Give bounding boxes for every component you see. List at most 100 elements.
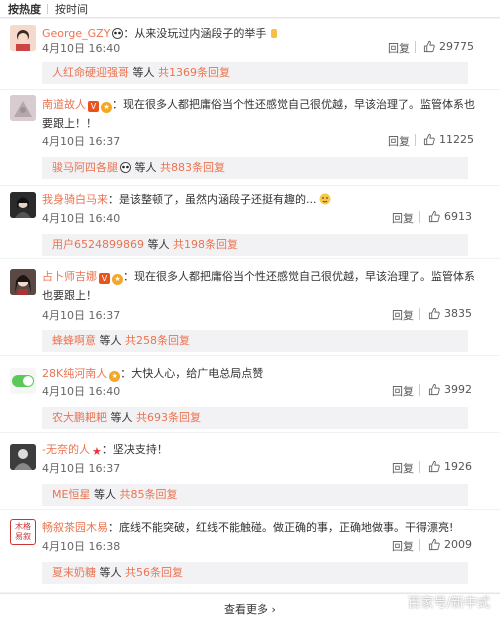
comment-username[interactable]: George_GZY <box>42 27 110 40</box>
avatar[interactable] <box>10 444 36 470</box>
like-button[interactable]: 6913 <box>428 210 472 223</box>
like-count: 6913 <box>444 210 472 223</box>
action-divider <box>419 211 420 223</box>
comment-text: 占卜师吉娜 V ★ ：现在很多人都把庸俗当个性还感觉自己很优越，早该治理了。监管体系也… <box>42 267 482 305</box>
comment-time: 4月10日 16:40 <box>42 42 121 55</box>
reply-button[interactable]: 回复 <box>392 538 414 554</box>
comment-time: 4月10日 16:37 <box>42 462 121 475</box>
action-divider <box>419 308 420 320</box>
reply-preview: 农大鹏耙耙 等人 共693条回复 <box>42 407 468 429</box>
reply-button[interactable]: 回复 <box>388 133 410 149</box>
reply-preview-mid: 等人 <box>96 334 125 347</box>
tab-sort-hot[interactable]: 按热度 <box>8 1 41 17</box>
tab-divider <box>47 4 48 14</box>
comment-item: 南道故人 V ★ ：现在很多人都把庸俗当个性还感觉自己很优越，早该治理了。监管体系也要… <box>0 90 500 185</box>
comment-body: ：底线不能突破，红线不能触碰。做正确的事，正确地做事。干得漂亮! <box>108 521 454 534</box>
panda-emoji-icon <box>120 159 131 181</box>
vip-badge-icon: V <box>88 101 99 112</box>
reply-button[interactable]: 回复 <box>392 460 414 476</box>
like-button[interactable]: 3835 <box>428 307 472 320</box>
comment-item: 28K纯河南人 ★ ：大快人心，给广电总局点赞 4月10日 16:40 回复 399… <box>0 356 500 432</box>
reply-button[interactable]: 回复 <box>392 307 414 323</box>
thumbs-up-icon <box>428 538 441 551</box>
sort-tabs: 按热度 按时间 <box>0 0 500 18</box>
comment-text: 28K纯河南人 ★ ：大快人心，给广电总局点赞 <box>42 364 482 383</box>
comment-time: 4月10日 16:40 <box>42 212 121 225</box>
comment-text: 畅叙茶园木易：底线不能突破，红线不能触碰。做正确的事，正确地做事。干得漂亮! <box>42 518 482 537</box>
thumbs-up-icon <box>423 133 436 146</box>
like-button[interactable]: 11225 <box>423 133 474 146</box>
reply-preview-user[interactable]: 蜂蜂啊意 <box>52 334 96 347</box>
avatar[interactable] <box>10 192 36 218</box>
reply-preview: ME恒星 等人 共85条回复 <box>42 484 468 506</box>
reply-count-link[interactable]: 共258条回复 <box>125 334 190 347</box>
reply-count-link[interactable]: 共883条回复 <box>160 161 225 174</box>
reply-preview-mid: 等人 <box>131 161 160 174</box>
reply-preview-user[interactable]: ME恒星 <box>52 488 90 501</box>
reply-count-link[interactable]: 共85条回复 <box>119 488 177 501</box>
action-divider <box>415 134 416 146</box>
reply-preview-user[interactable]: 农大鹏耙耙 <box>52 411 107 424</box>
reply-preview-mid: 等人 <box>107 411 136 424</box>
avatar[interactable] <box>10 368 36 394</box>
vip-badge-icon: V <box>99 273 110 284</box>
comment-text: 南道故人 V ★ ：现在很多人都把庸俗当个性还感觉自己很优越，早该治理了。监管体系也要… <box>42 95 482 133</box>
avatar[interactable]: 木格 易叙 <box>10 519 36 545</box>
reply-preview-user[interactable]: 骏马阿四各腿 <box>52 161 118 174</box>
action-divider <box>419 539 420 551</box>
watermark: 百家号/新中式 <box>407 596 490 611</box>
medal-icon: ★ <box>112 274 123 285</box>
comment-username[interactable]: 畅叙茶园木易 <box>42 521 108 534</box>
comment-text: -无奈的人 ★：坚决支持！ <box>42 440 482 461</box>
avatar[interactable] <box>10 25 36 51</box>
comment-item: 我身骑白马来：是该整顿了，虽然内涵段子还挺有趣的... 4月10日 16:40 … <box>0 186 500 258</box>
comment-username[interactable]: 占卜师吉娜 <box>42 270 97 283</box>
reply-count-link[interactable]: 共198条回复 <box>173 238 238 251</box>
avatar[interactable] <box>10 95 36 121</box>
comment-item: George_GZY ：从来没玩过内涵段子的举手 4月10日 16:40 回复 2… <box>0 19 500 89</box>
reply-preview: 蜂蜂啊意 等人 共258条回复 <box>42 330 468 352</box>
reply-button[interactable]: 回复 <box>392 383 414 399</box>
reply-button[interactable]: 回复 <box>392 210 414 226</box>
like-count: 3835 <box>444 307 472 320</box>
red-star-icon: ★ <box>91 445 102 458</box>
thumbs-up-icon <box>423 40 436 53</box>
reply-count-link[interactable]: 共1369条回复 <box>158 66 230 79</box>
like-button[interactable]: 1926 <box>428 460 472 473</box>
reply-button[interactable]: 回复 <box>388 40 410 56</box>
tab-sort-time[interactable]: 按时间 <box>55 1 88 17</box>
comment-username[interactable]: -无奈的人 <box>42 443 90 456</box>
reply-preview-mid: 等人 <box>129 66 158 79</box>
medal-icon: ★ <box>101 102 112 113</box>
like-count: 1926 <box>444 460 472 473</box>
comment-body: ：是该整顿了，虽然内涵段子还挺有趣的... <box>108 193 317 206</box>
reply-preview-user[interactable]: 人红命硬迎强哥 <box>52 66 129 79</box>
like-button[interactable]: 3992 <box>428 383 472 396</box>
like-button[interactable]: 29775 <box>423 40 474 53</box>
reply-count-link[interactable]: 共56条回复 <box>125 566 183 579</box>
comment-time: 4月10日 16:40 <box>42 385 121 398</box>
reply-count-link[interactable]: 共693条回复 <box>136 411 201 424</box>
comment-time: 4月10日 16:38 <box>42 540 121 553</box>
comment-username[interactable]: 28K纯河南人 <box>42 367 107 380</box>
reply-preview-mid: 等人 <box>144 238 173 251</box>
like-count: 11225 <box>439 133 474 146</box>
thumbs-up-icon <box>428 383 441 396</box>
like-button[interactable]: 2009 <box>428 538 472 551</box>
reply-preview-user[interactable]: 夏末奶糖 <box>52 566 96 579</box>
comment-item: 占卜师吉娜 V ★ ：现在很多人都把庸俗当个性还感觉自己很优越，早该治理了。监管体系也… <box>0 259 500 355</box>
thumbs-up-icon <box>428 460 441 473</box>
reply-preview-user[interactable]: 用户6524899869 <box>52 238 144 251</box>
medal-icon: ★ <box>109 371 121 382</box>
sweat-emoji-icon <box>319 192 331 211</box>
comment-username[interactable]: 南道故人 <box>42 98 86 111</box>
reply-preview: 用户6524899869 等人 共198条回复 <box>42 234 468 256</box>
reply-preview-mid: 等人 <box>90 488 120 501</box>
comment-username[interactable]: 我身骑白马来 <box>42 193 108 206</box>
comment-body: ：大快人心，给广电总局点赞 <box>120 367 264 380</box>
action-divider <box>415 41 416 53</box>
comment-item: 木格 易叙 畅叙茶园木易：底线不能突破，红线不能触碰。做正确的事，正确地做事。干… <box>0 510 500 592</box>
action-divider <box>419 461 420 473</box>
thumbs-up-icon <box>428 210 441 223</box>
avatar[interactable] <box>10 269 36 295</box>
